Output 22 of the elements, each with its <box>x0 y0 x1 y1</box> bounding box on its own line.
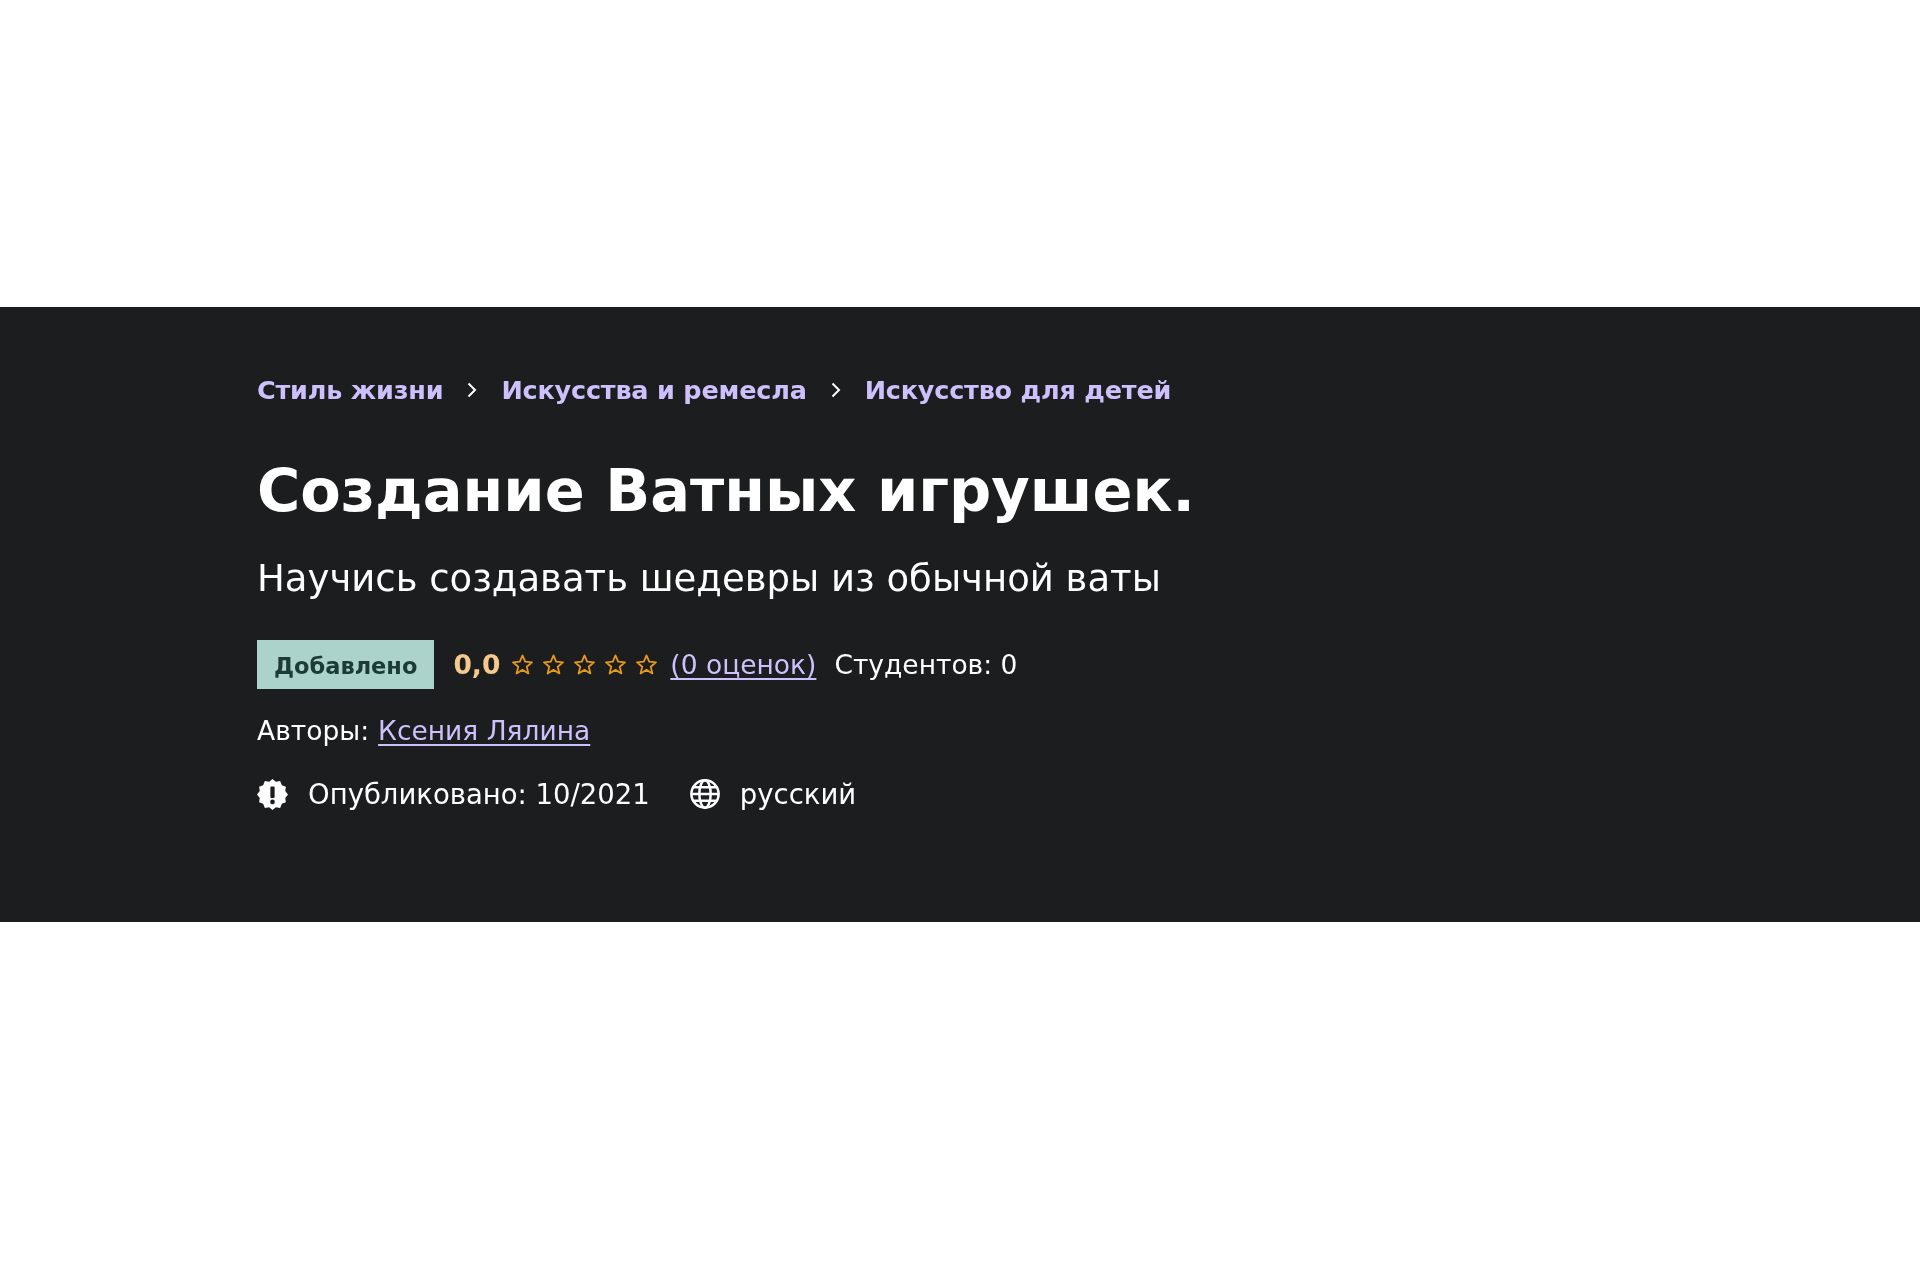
rating-score: 0,0 <box>453 647 501 682</box>
published-date: Опубликовано: 10/2021 <box>308 777 650 812</box>
breadcrumb-link[interactable]: Искусства и ремесла <box>501 373 807 407</box>
authors-label: Авторы: <box>257 714 370 748</box>
course-language: русский <box>739 777 857 812</box>
chevron-right-icon <box>467 382 478 398</box>
status-badge: Добавлено <box>257 640 435 689</box>
star-icon <box>605 654 627 675</box>
chevron-right-icon <box>830 382 841 398</box>
breadcrumb-link[interactable]: Искусство для детей <box>864 373 1172 407</box>
breadcrumb-link[interactable]: Стиль жизни <box>257 373 444 407</box>
alert-badge-icon <box>257 778 288 810</box>
star-icon <box>512 654 534 675</box>
rating-count-link[interactable]: (0 оценок) <box>670 647 817 682</box>
globe-icon <box>689 779 720 809</box>
star-icon <box>636 654 658 675</box>
author-link[interactable]: Ксения Лялина <box>378 714 591 748</box>
course-title: Создание Ватных игрушек. <box>257 455 1195 527</box>
course-subtitle: Научись создавать шедевры из обычной ваты <box>257 556 1161 602</box>
star-icon <box>543 654 565 675</box>
star-icon <box>574 654 596 675</box>
students-count: Студентов: 0 <box>834 647 1018 682</box>
